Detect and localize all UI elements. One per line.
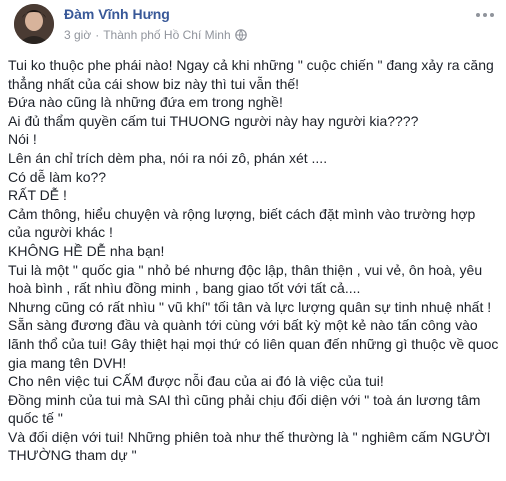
post-text-line: Đồng minh của tui mà SAI thì cũng phải c… xyxy=(8,391,481,408)
post-text-line: gia mang tên DVH! xyxy=(8,354,127,371)
post-text-line: Cho nên việc tui CẤM được nỗi đau của ai… xyxy=(8,373,384,390)
globe-icon[interactable] xyxy=(234,29,247,41)
post-text-line: lãnh thổ của tui! Gây thiệt hại mọi thứ … xyxy=(8,335,499,352)
post-text-line: RẤT DỄ ! xyxy=(8,187,67,204)
post-text-line: quốc tế " xyxy=(8,410,63,427)
post-header: Đàm Vĩnh Hưng 3 giờ · Thành phố Hồ Chí M… xyxy=(0,0,506,52)
post-text-line: KHÔNG HỀ DỄ nha bạn! xyxy=(8,242,165,259)
post-text-line: thẳng nhất của cái show biz này thì tui … xyxy=(8,75,300,92)
post-body: Tui ko thuộc phe phái nào! Ngay cả khi n… xyxy=(8,56,500,465)
avatar-image xyxy=(14,4,54,44)
post-text-line: của người khác ! xyxy=(8,224,113,241)
post-text-line: hoà bình , rất nhìu đồng minh , bang gia… xyxy=(8,280,361,297)
post-text-line: THƯỜNG tham dự " xyxy=(8,447,137,464)
post-text-line: Tui là một " quốc gia " nhỏ bé nhưng độc… xyxy=(8,261,483,278)
post-text-line: Và đối diện với tui! Những phiên toà như… xyxy=(8,428,491,445)
avatar[interactable] xyxy=(14,4,54,44)
post-text-line: Có dễ làm ko?? xyxy=(8,168,107,185)
post-text-line: Lên án chỉ trích dèm pha, nói ra nói zô,… xyxy=(8,149,328,166)
meta-separator: · xyxy=(95,28,100,42)
post-meta: 3 giờ · Thành phố Hồ Chí Minh xyxy=(64,28,247,42)
post-text-line: Sẵn sàng đương đầu và quành tới cùng với… xyxy=(8,317,478,334)
post-text-line: Đứa nào cũng là những đứa em trong nghề! xyxy=(8,94,283,111)
post-text-line: Ai đủ thẩm quyền cấm tui THUONG người nà… xyxy=(8,112,419,129)
facebook-post: Đàm Vĩnh Hưng 3 giờ · Thành phố Hồ Chí M… xyxy=(0,0,506,481)
author-name[interactable]: Đàm Vĩnh Hưng xyxy=(64,6,170,22)
post-text-line: Nhưng cũng có rất nhìu " vũ khí" tối tân… xyxy=(8,298,492,315)
post-time[interactable]: 3 giờ xyxy=(64,28,91,42)
post-text-line: Cảm thông, hiểu chuyện và rộng lượng, bi… xyxy=(8,205,476,222)
more-options-icon[interactable] xyxy=(476,10,494,20)
post-text-line: Tui ko thuộc phe phái nào! Ngay cả khi n… xyxy=(8,57,494,73)
post-text-line: Nói ! xyxy=(8,131,37,148)
post-location[interactable]: Thành phố Hồ Chí Minh xyxy=(103,28,230,42)
